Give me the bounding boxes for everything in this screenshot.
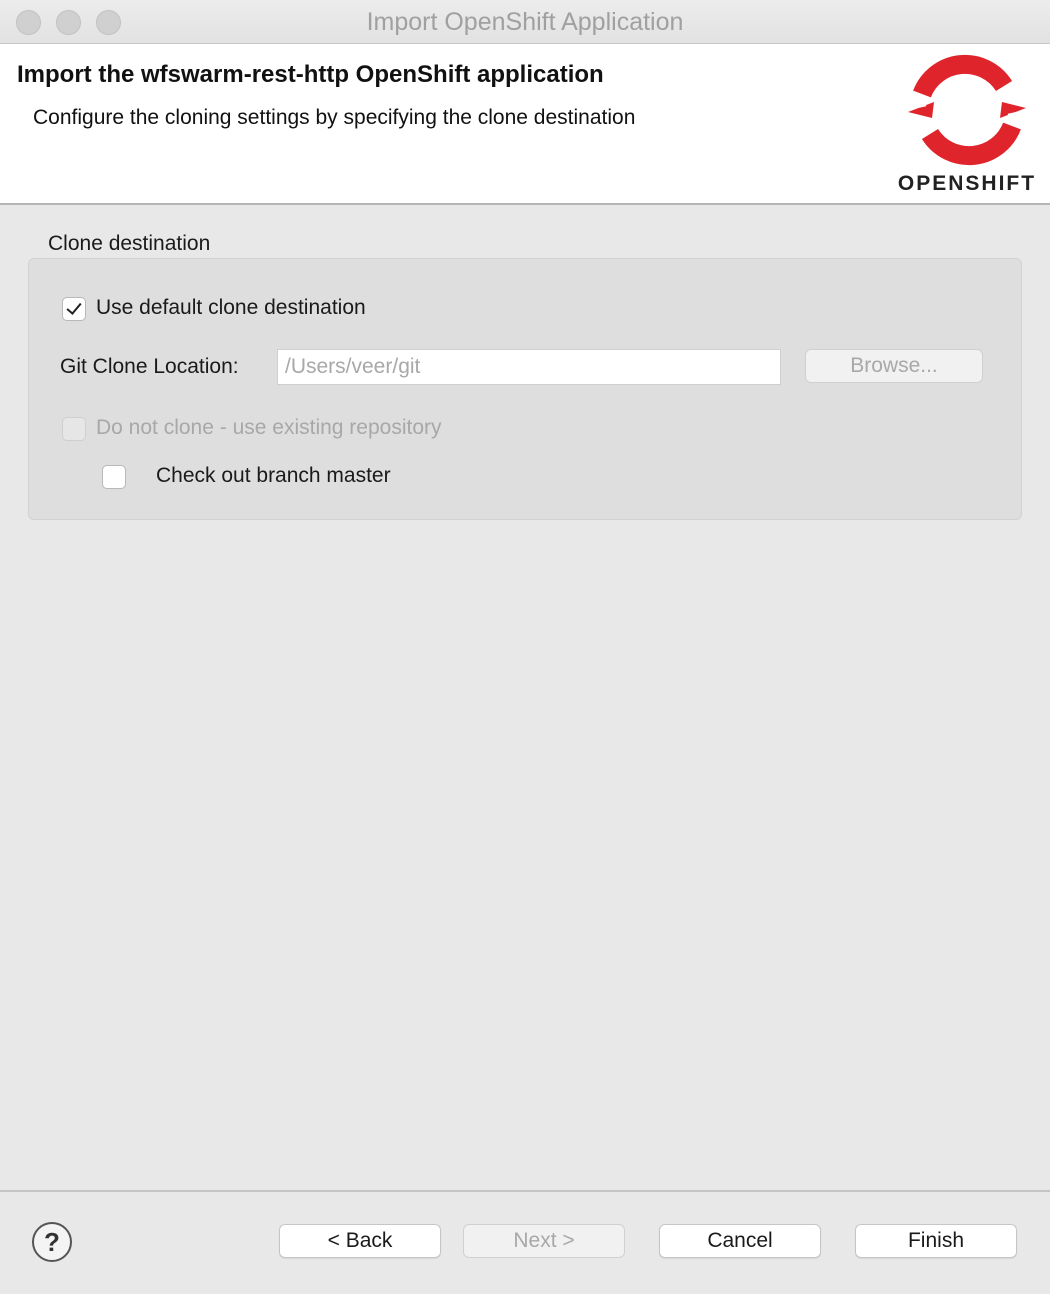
browse-button[interactable]: Browse...	[805, 349, 983, 383]
help-icon[interactable]: ?	[32, 1222, 72, 1262]
openshift-logo-icon	[908, 54, 1026, 166]
back-button[interactable]: < Back	[279, 1224, 441, 1258]
openshift-logo: OPENSHIFT	[892, 52, 1042, 202]
wizard-header: Import the wfswarm-rest-http OpenShift a…	[0, 44, 1050, 205]
finish-button[interactable]: Finish	[855, 1224, 1017, 1258]
openshift-logo-text: OPENSHIFT	[897, 172, 1037, 195]
next-button[interactable]: Next >	[463, 1224, 625, 1258]
do-not-clone-checkbox[interactable]	[62, 417, 86, 441]
use-default-clone-destination-checkbox[interactable]	[62, 297, 86, 321]
use-default-clone-destination-label[interactable]: Use default clone destination	[96, 296, 366, 320]
title-bar: Import OpenShift Application	[0, 0, 1050, 44]
check-out-branch-master-checkbox[interactable]	[102, 465, 126, 489]
clone-destination-group-label: Clone destination	[48, 232, 211, 255]
import-openshift-dialog: Import OpenShift Application Import the …	[0, 0, 1050, 1294]
cancel-button[interactable]: Cancel	[659, 1224, 821, 1258]
do-not-clone-label: Do not clone - use existing repository	[96, 416, 442, 439]
footer-separator	[0, 1190, 1050, 1192]
check-out-branch-master-label[interactable]: Check out branch master	[156, 464, 391, 488]
git-clone-location-label: Git Clone Location:	[60, 355, 239, 378]
window-title: Import OpenShift Application	[366, 8, 684, 36]
checkmark-icon	[66, 299, 82, 315]
wizard-page-description: Configure the cloning settings by specif…	[33, 106, 636, 129]
wizard-page-title: Import the wfswarm-rest-http OpenShift a…	[17, 61, 604, 88]
git-clone-location-field[interactable]: /Users/veer/git	[277, 349, 781, 385]
